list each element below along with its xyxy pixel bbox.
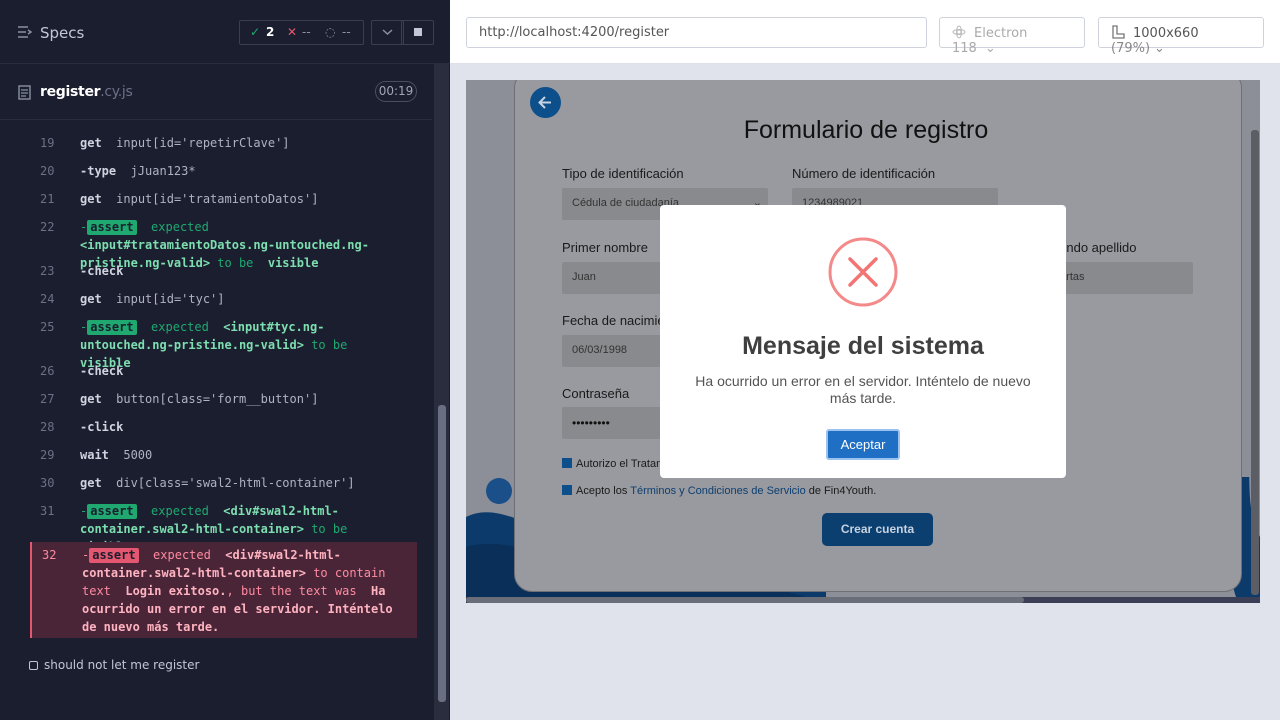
test-title[interactable]: should not let me register <box>29 658 199 672</box>
collapse-button[interactable] <box>371 20 404 45</box>
log-row-failed-assert[interactable]: 32 - assert expected <div#swal2-html-cont… <box>30 542 417 638</box>
electron-icon <box>952 25 966 39</box>
tyc-link[interactable]: Términos y Condiciones de Servicio <box>630 485 805 497</box>
passed-count: 2 <box>266 25 275 39</box>
checkbox-checked-icon <box>562 485 572 495</box>
browser-selector[interactable]: Electron 118 ⌄ <box>939 17 1085 56</box>
form-title: Formulario de registro <box>743 116 989 144</box>
dialog-title: Mensaje del sistema <box>742 332 984 360</box>
log-row-assert[interactable]: 22 - assert expected <input#tratamientoDa… <box>30 218 417 270</box>
spec-file-name: register.cy.js <box>40 84 133 100</box>
cypress-command-panel: Specs ✓ 2 ✕ -- ◌ -- register.cy.js 00:19… <box>0 0 450 720</box>
register-page: Formulario de registro Tipo de identific… <box>466 80 1260 597</box>
stop-icon <box>414 28 422 36</box>
failed-count: -- <box>302 25 311 39</box>
browser-bar: http://localhost:4200/register Electron … <box>450 0 1280 64</box>
file-icon <box>18 85 31 100</box>
create-account-button[interactable]: Crear cuenta <box>822 513 933 546</box>
specs-list-icon[interactable] <box>17 25 32 39</box>
label-clave: Contraseña <box>562 386 630 401</box>
chevron-down-icon: ⌄ <box>984 41 996 56</box>
label-nombre: Primer nombre <box>562 240 648 255</box>
label-numero: Número de identificación <box>792 166 936 181</box>
pending-count: -- <box>342 25 351 39</box>
error-icon <box>828 237 898 307</box>
checkbox-tyc[interactable]: Acepto los Términos y Condiciones de Ser… <box>562 485 876 497</box>
log-row-assert[interactable]: 25 - assert expected <input#tyc.ng-untouc… <box>30 318 417 370</box>
label-tipo: Tipo de identificación <box>562 166 684 181</box>
specs-title[interactable]: Specs <box>40 24 84 42</box>
failed-icon: ✕ <box>287 25 298 39</box>
horizontal-scrollbar-thumb[interactable] <box>466 597 1024 603</box>
test-stats: ✓ 2 ✕ -- ◌ -- <box>239 20 364 45</box>
passed-icon: ✓ <box>250 25 261 39</box>
run-timer: 00:19 <box>375 81 417 102</box>
accept-button[interactable]: Aceptar <box>826 429 900 460</box>
test-status-icon <box>29 661 38 670</box>
command-log: 19 get input[id='repetirClave'] 20 -type… <box>30 120 417 640</box>
page-scrollbar[interactable] <box>1251 130 1259 595</box>
dialog-text: Ha ocurrido un error en el servidor. Int… <box>695 373 1031 406</box>
viewport-selector[interactable]: 1000x660 (79%) ⌄ <box>1098 17 1264 56</box>
specs-header: Specs ✓ 2 ✕ -- ◌ -- <box>0 0 450 64</box>
checkbox-checked-icon <box>562 458 572 468</box>
decor-circle <box>486 478 512 504</box>
system-message-dialog: Mensaje del sistema Ha ocurrido un error… <box>660 205 1066 478</box>
app-preview-panel: http://localhost:4200/register Electron … <box>450 0 1280 720</box>
url-field[interactable]: http://localhost:4200/register <box>466 17 927 48</box>
chevron-down-icon <box>382 29 393 36</box>
spec-file-header: register.cy.js 00:19 <box>0 65 432 120</box>
aut-viewport: Formulario de registro Tipo de identific… <box>466 80 1260 603</box>
back-button[interactable] <box>530 87 561 118</box>
arrow-left-icon <box>538 96 551 109</box>
stop-button[interactable] <box>401 20 434 45</box>
pending-icon: ◌ <box>325 25 336 39</box>
log-scrollbar-thumb[interactable] <box>438 405 446 702</box>
log-row-assert[interactable]: 31 - assert expected <div#swal2-html-cont… <box>30 502 417 554</box>
ruler-icon <box>1112 25 1125 39</box>
chevron-down-icon: ⌄ <box>1154 41 1165 56</box>
